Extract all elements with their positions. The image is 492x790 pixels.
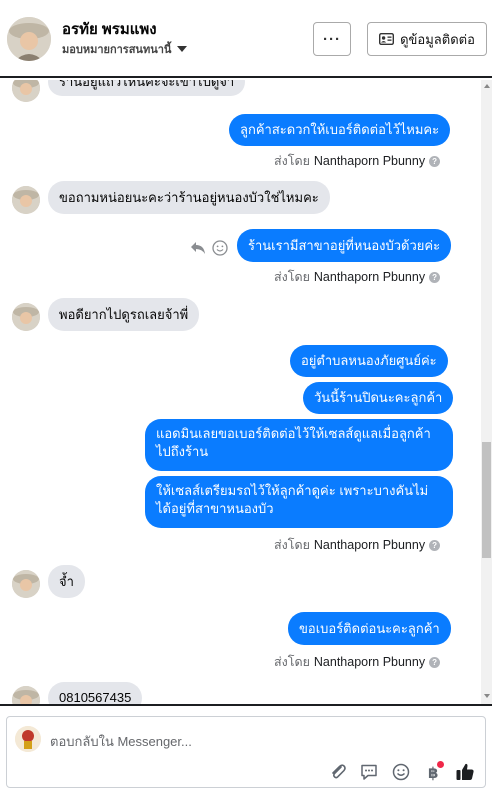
message-actions xyxy=(190,240,228,256)
message-outgoing[interactable]: อยู่ตำบลหนองภัยศูนย์ค่ะ xyxy=(290,345,448,377)
sent-by-name: Nanthaporn Pbunny xyxy=(313,655,426,669)
smiley-icon[interactable] xyxy=(212,240,228,256)
sender-avatar xyxy=(12,686,40,704)
scrollbar-track[interactable] xyxy=(481,80,492,704)
message-outgoing[interactable]: ลูกค้าสะดวกให้เบอร์ติดต่อไว้ไหมคะ xyxy=(229,114,451,146)
sender-avatar xyxy=(12,303,40,331)
assign-label: มอบหมายการสนทนานี้ xyxy=(62,44,172,56)
sent-by-name: Nanthaporn Pbunny xyxy=(313,154,426,168)
sent-by-label: ส่งโดย Nanthaporn Pbunny ? xyxy=(274,151,441,171)
attach-button[interactable] xyxy=(327,761,349,783)
sender-avatar xyxy=(12,80,40,102)
scroll-down-arrow-icon[interactable] xyxy=(484,694,490,698)
attach-icon xyxy=(332,764,346,779)
notification-dot xyxy=(437,761,444,768)
sender-avatar xyxy=(12,186,40,214)
message-outgoing[interactable]: ให้เซลส์เตรียมรถไว้ให้ลูกค้าดูค่ะ เพราะบ… xyxy=(145,476,453,528)
info-icon[interactable]: ? xyxy=(429,271,441,283)
message-outgoing[interactable]: แอดมินเลยขอเบอร์ติดต่อไว้ให้เซลส์ดูแลเมื… xyxy=(145,419,453,471)
sent-by-prefix: ส่งโดย xyxy=(274,154,310,168)
message-outgoing[interactable]: ร้านเรามีสาขาอยู่ที่หนองบัวด้วยค่ะ xyxy=(237,229,452,262)
payments-button[interactable]: ฿ xyxy=(422,761,444,783)
emoji-button[interactable] xyxy=(390,761,412,783)
scroll-up-arrow-icon[interactable] xyxy=(484,84,490,88)
scrollbar-thumb[interactable] xyxy=(482,442,491,558)
info-icon[interactable]: ? xyxy=(429,155,441,167)
contact-card-icon xyxy=(379,33,395,45)
saved-replies-button[interactable] xyxy=(358,761,380,783)
sent-by-name: Nanthaporn Pbunny xyxy=(313,538,426,552)
message-incoming[interactable]: 0810567435 xyxy=(48,682,143,704)
view-contact-label: ดูข้อมูลติดต่อ xyxy=(400,31,475,47)
conversation-header: อรทัย พรมแพง มอบหมายการสนทนานี้ ··· ดูข้… xyxy=(0,0,492,78)
sent-by-prefix: ส่งโดย xyxy=(274,655,310,669)
saved-reply-icon xyxy=(361,764,377,780)
info-icon[interactable]: ? xyxy=(429,539,441,551)
thread-divider xyxy=(0,704,492,706)
page-avatar xyxy=(15,726,41,752)
contact-name[interactable]: อรทัย พรมแพง xyxy=(62,17,157,41)
assign-conversation[interactable]: มอบหมายการสนทนานี้ xyxy=(62,40,188,58)
message-outgoing[interactable]: ขอเบอร์ติดต่อนะคะลูกค้า xyxy=(288,612,451,645)
view-contact-button[interactable]: ดูข้อมูลติดต่อ xyxy=(367,22,487,56)
more-options-button[interactable]: ··· xyxy=(313,22,351,56)
more-icon: ··· xyxy=(323,30,341,48)
info-icon[interactable]: ? xyxy=(429,656,441,668)
like-button[interactable] xyxy=(454,761,476,783)
caret-down-icon xyxy=(177,46,188,52)
emoji-icon xyxy=(392,763,410,781)
sent-by-label: ส่งโดย Nanthaporn Pbunny ? xyxy=(274,652,441,672)
sent-by-label: ส่งโดย Nanthaporn Pbunny ? xyxy=(274,535,441,555)
sender-avatar xyxy=(12,570,40,598)
message-incoming[interactable]: พอดียากไปดูรถเลยจ้าพี่ xyxy=(48,298,200,331)
thumbs-up-icon xyxy=(456,763,474,780)
sent-by-prefix: ส่งโดย xyxy=(274,270,310,284)
message-incoming[interactable]: ขอถามหน่อยนะคะว่าร้านอยู่หนองบัวใช่ไหมคะ xyxy=(48,181,330,214)
sent-by-label: ส่งโดย Nanthaporn Pbunny ? xyxy=(274,267,441,287)
reply-icon[interactable] xyxy=(190,241,206,255)
reply-input[interactable] xyxy=(50,731,350,751)
sent-by-prefix: ส่งโดย xyxy=(274,538,310,552)
message-outgoing[interactable]: วันนี้ร้านปิดนะคะลูกค้า xyxy=(303,382,454,414)
message-incoming[interactable]: ร้านอยู่แถวไหนคะจะเข้าไปดูจ้า xyxy=(48,80,246,96)
contact-avatar[interactable] xyxy=(7,17,51,61)
sent-by-name: Nanthaporn Pbunny xyxy=(313,270,426,284)
message-thread[interactable]: ร้านอยู่แถวไหนคะจะเข้าไปดูจ้า ลูกค้าสะดว… xyxy=(0,80,481,704)
message-incoming[interactable]: จ้ำ xyxy=(48,565,85,598)
reply-composer: ฿ xyxy=(6,716,486,788)
